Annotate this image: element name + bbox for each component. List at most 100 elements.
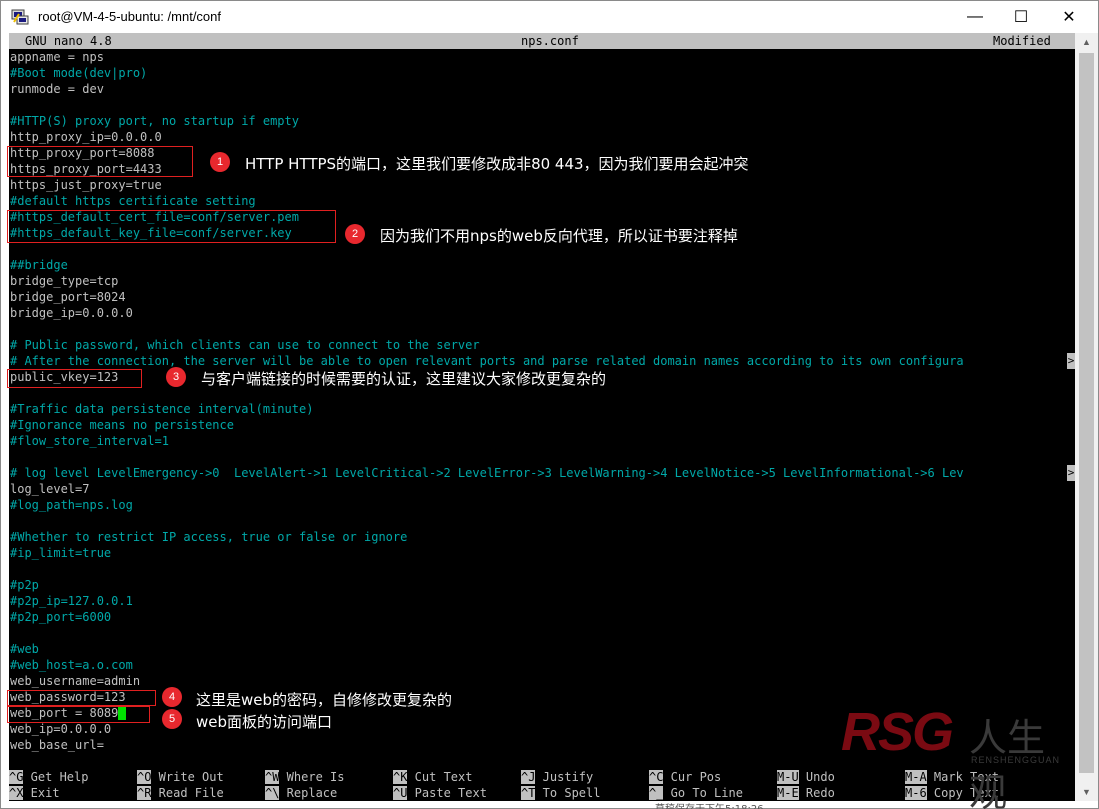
modified-status: Modified <box>993 34 1051 48</box>
editor-line[interactable]: #p2p_ip=127.0.0.1 <box>9 593 1075 609</box>
editor-line[interactable]: appname = nps <box>9 49 1075 65</box>
shortcut-key: ^R <box>137 786 152 800</box>
editor-line[interactable]: log_level=7 <box>9 481 1075 497</box>
shortcut-label: Justify <box>535 770 594 784</box>
editor-line[interactable]: bridge_port=8024 <box>9 289 1075 305</box>
shortcut-item: ^O Write Out <box>137 769 224 785</box>
shortcut-label: Undo <box>798 770 835 784</box>
editor-line[interactable]: #web <box>9 641 1075 657</box>
editor-line[interactable]: #p2p <box>9 577 1075 593</box>
editor-line[interactable]: # After the connection, the server will … <box>9 353 1075 369</box>
editor-line[interactable]: bridge_type=tcp <box>9 273 1075 289</box>
nano-version: GNU nano 4.8 <box>25 34 112 48</box>
shortcut-item: ^T To Spell <box>521 785 600 801</box>
shortcut-label: Go To Line <box>663 786 743 800</box>
shortcut-label: Paste Text <box>407 786 487 800</box>
shortcut-key: ^O <box>137 770 152 784</box>
annotation-note-5: web面板的访问端口 <box>196 713 333 731</box>
editor-line[interactable]: # log level LevelEmergency->0 LevelAlert… <box>9 465 1075 481</box>
shortcut-label: Exit <box>23 786 60 800</box>
annotation-badge-3: 3 <box>166 367 186 387</box>
editor-line[interactable]: #flow_store_interval=1 <box>9 433 1075 449</box>
shortcut-key: ^K <box>393 770 408 784</box>
shortcut-label: Where Is <box>279 770 345 784</box>
editor-line[interactable] <box>9 561 1075 577</box>
shortcut-label: Replace <box>279 786 338 800</box>
editor-line[interactable]: https_just_proxy=true <box>9 177 1075 193</box>
nano-header: GNU nano 4.8 nps.conf Modified <box>9 33 1075 49</box>
shortcut-key: M-E <box>777 786 799 800</box>
shortcut-item: ^_ Go To Line <box>649 785 743 801</box>
file-name: nps.conf <box>521 34 579 48</box>
editor-line[interactable]: #Traffic data persistence interval(minut… <box>9 401 1075 417</box>
annotation-box-2 <box>7 210 336 243</box>
editor-line[interactable] <box>9 625 1075 641</box>
line-truncated-marker: > <box>1067 353 1075 369</box>
scroll-up-arrow-icon[interactable]: ▲ <box>1075 33 1098 51</box>
shortcut-item: ^C Cur Pos <box>649 769 721 785</box>
scroll-thumb[interactable] <box>1079 53 1094 773</box>
editor-line[interactable]: http_proxy_ip=0.0.0.0 <box>9 129 1075 145</box>
title-bar[interactable]: root@VM-4-5-ubuntu: /mnt/conf — ☐ ✕ <box>1 1 1098 33</box>
shortcut-label: Cur Pos <box>663 770 722 784</box>
putty-icon <box>11 9 29 25</box>
shortcut-item: M-U Undo <box>777 769 835 785</box>
editor-line[interactable]: #HTTP(S) proxy port, no startup if empty <box>9 113 1075 129</box>
shortcut-item: ^K Cut Text <box>393 769 472 785</box>
shortcut-key: ^\ <box>265 786 280 800</box>
annotation-note-2: 因为我们不用nps的web反向代理，所以证书要注释掉 <box>380 227 738 245</box>
editor-line[interactable]: #default https certificate setting <box>9 193 1075 209</box>
shortcut-key: ^U <box>393 786 408 800</box>
shortcut-item: M-E Redo <box>777 785 835 801</box>
editor-line[interactable]: #log_path=nps.log <box>9 497 1075 513</box>
watermark-logo: RSG 人生观 RENSHENGGUAN <box>841 701 1073 809</box>
shortcut-label: Write Out <box>151 770 224 784</box>
editor-line[interactable]: ##bridge <box>9 257 1075 273</box>
shortcut-item: ^G Get Help <box>9 769 88 785</box>
shortcut-label: To Spell <box>535 786 601 800</box>
editor-line[interactable]: runmode = dev <box>9 81 1075 97</box>
annotation-badge-1: 1 <box>210 152 230 172</box>
annotation-badge-4: 4 <box>162 687 182 707</box>
editor-line[interactable]: #Ignorance means no persistence <box>9 417 1075 433</box>
shortcut-label: Cut Text <box>407 770 473 784</box>
shortcut-item: ^R Read File <box>137 785 224 801</box>
shortcut-key: ^W <box>265 770 280 784</box>
shortcut-item: ^W Where Is <box>265 769 344 785</box>
watermark-brand: RSG <box>841 702 954 762</box>
annotation-note-3: 与客户端链接的时候需要的认证，这里建议大家修改更复杂的 <box>201 370 607 388</box>
shortcut-item: ^U Paste Text <box>393 785 487 801</box>
annotation-note-1: HTTP HTTPS的端口，这里我们要修改成非80 443，因为我们要用会起冲突 <box>245 155 749 173</box>
editor-line[interactable]: #p2p_port=6000 <box>9 609 1075 625</box>
shortcut-key: M-6 <box>905 786 927 800</box>
annotation-note-4: 这里是web的密码，自修修改更复杂的 <box>196 691 453 709</box>
shortcut-key: ^T <box>521 786 536 800</box>
editor-line[interactable]: #web_host=a.o.com <box>9 657 1075 673</box>
editor-line[interactable] <box>9 513 1075 529</box>
draft-save-hint: 草稿保存于下午5:18:26 <box>655 800 764 809</box>
maximize-button[interactable]: ☐ <box>998 1 1044 33</box>
editor-line[interactable]: #Boot mode(dev|pro) <box>9 65 1075 81</box>
editor-line[interactable]: bridge_ip=0.0.0.0 <box>9 305 1075 321</box>
shortcut-item: ^J Justify <box>521 769 593 785</box>
annotation-box-4 <box>7 690 156 706</box>
minimize-button[interactable]: — <box>952 1 998 33</box>
vertical-scrollbar[interactable]: ▲ ▼ <box>1075 33 1098 801</box>
annotation-box-5 <box>7 706 150 723</box>
shortcut-item: ^X Exit <box>9 785 60 801</box>
editor-line[interactable] <box>9 321 1075 337</box>
scroll-down-arrow-icon[interactable]: ▼ <box>1075 783 1098 801</box>
editor-line[interactable]: # Public password, which clients can use… <box>9 337 1075 353</box>
annotation-box-1 <box>7 146 193 177</box>
annotation-badge-2: 2 <box>345 224 365 244</box>
shortcut-key: ^G <box>9 770 24 784</box>
close-button[interactable]: ✕ <box>1046 1 1092 33</box>
editor-line[interactable] <box>9 449 1075 465</box>
shortcut-label: Redo <box>798 786 835 800</box>
editor-line[interactable]: #Whether to restrict IP access, true or … <box>9 529 1075 545</box>
editor-line[interactable] <box>9 97 1075 113</box>
editor-line[interactable]: #ip_limit=true <box>9 545 1075 561</box>
shortcut-key: M-A <box>905 770 927 784</box>
annotation-badge-5: 5 <box>162 709 182 729</box>
watermark-sub: RENSHENGGUAN <box>971 755 1061 765</box>
